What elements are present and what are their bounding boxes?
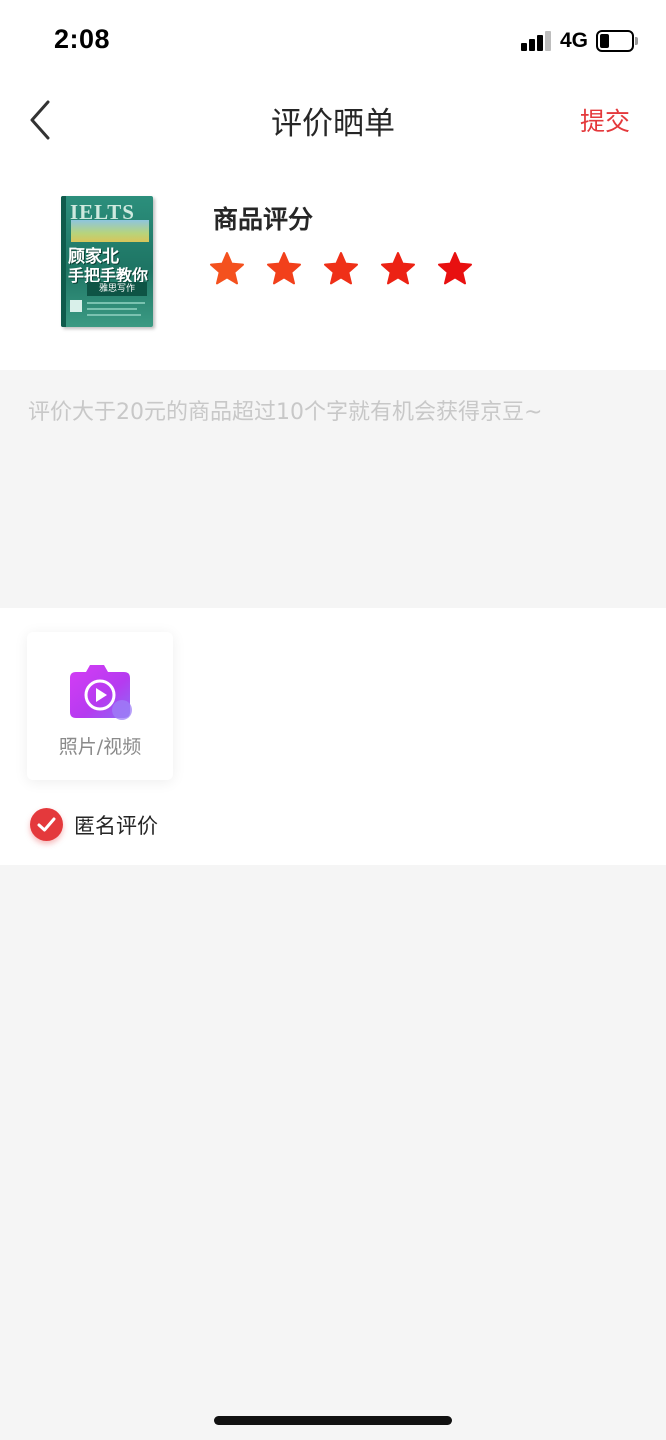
star-icon[interactable] [209,251,245,287]
review-screen: 2:08 4G 评价晒单 提交 IELTS 顾家北 手把手教你 雅思写作 商品评… [0,0,666,1440]
camera-video-icon [70,665,132,720]
status-bar: 2:08 4G [0,0,666,80]
cover-photo [71,220,149,242]
star-icon[interactable] [380,251,416,287]
anonymous-label: 匿名评价 [74,814,158,838]
battery-level-fill [600,34,609,48]
battery-icon [596,30,638,52]
page-title: 评价晒单 [271,106,395,142]
signal-icon [521,31,551,51]
photo-video-upload-button[interactable]: 照片/视频 [27,632,173,780]
upload-label: 照片/视频 [58,736,142,758]
network-type: 4G [560,29,589,52]
star-icon[interactable] [266,251,302,287]
home-indicator [214,1416,452,1425]
rating-label: 商品评分 [213,205,314,234]
star-icon[interactable] [437,251,473,287]
comment-area [0,370,666,608]
cover-subtitle: 雅思写作 [87,282,147,296]
qr-code-icon [70,300,82,312]
comment-input[interactable] [28,394,638,584]
product-image[interactable]: IELTS 顾家北 手把手教你 雅思写作 [61,196,153,327]
product-rating-card: IELTS 顾家北 手把手教你 雅思写作 商品评分 [0,160,666,370]
media-section: 照片/视频 匿名评价 [0,608,666,865]
submit-button[interactable]: 提交 [580,102,630,138]
nav-bar: 评价晒单 提交 [0,80,666,160]
status-time: 2:08 [54,24,111,54]
star-icon[interactable] [323,251,359,287]
checkmark-icon[interactable] [30,808,63,841]
anonymous-toggle[interactable]: 匿名评价 [30,808,230,842]
